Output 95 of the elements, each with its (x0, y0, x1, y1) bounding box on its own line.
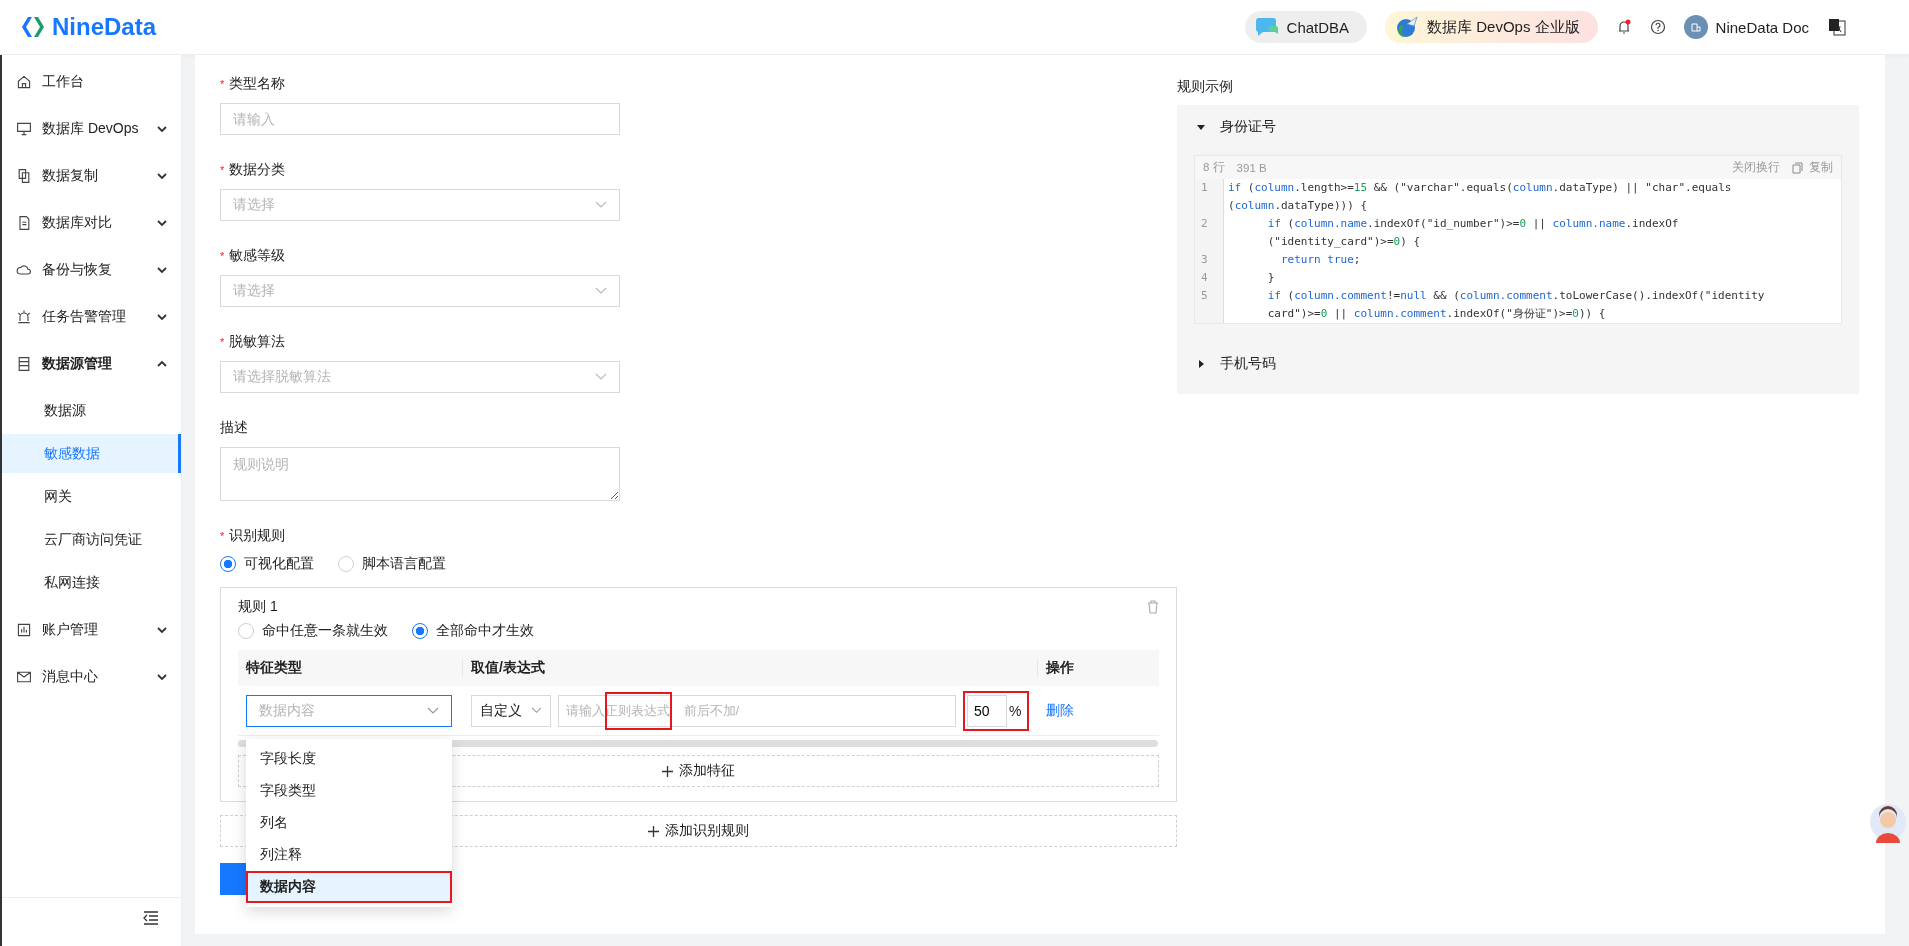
field-label: 数据分类 (229, 161, 286, 179)
column-header: 操作 (1045, 659, 1075, 677)
nav-item[interactable]: 数据源管理 (2, 340, 181, 387)
chevron-down-icon (157, 264, 167, 275)
radio-option[interactable]: 全部命中才生效 (412, 622, 534, 640)
field-label: 描述 (220, 419, 248, 437)
plus-icon (648, 825, 659, 837)
caret-right-icon (1196, 359, 1206, 369)
percent-input[interactable]: 50 (967, 694, 1007, 727)
field-label: 类型名称 (229, 75, 286, 93)
logo-icon (20, 15, 46, 39)
delete-link[interactable]: 删除 (1046, 701, 1074, 720)
line-number: 2 (1201, 217, 1208, 230)
nav-subitem[interactable]: 网关 (2, 477, 181, 516)
rule-title: 规则 1 (238, 598, 278, 616)
home-icon (16, 73, 32, 90)
code-line: if (column.name.indexOf("id_number")>=0 || column.name.indexOf (1266, 216, 1679, 232)
user-avatar[interactable] (1683, 15, 1708, 39)
code-line: ("identity_card")>=0) { (1266, 234, 1421, 250)
nav-item[interactable]: 账户管理 (2, 606, 181, 653)
scrollbar[interactable] (238, 740, 1158, 747)
line-number: 3 (1201, 253, 1208, 266)
column-header: 特征类型 (238, 659, 463, 677)
nav-subitem[interactable]: 云厂商访问凭证 (2, 520, 181, 559)
section-title: 规则示例 (1177, 77, 1234, 96)
caret-down-icon (1196, 122, 1206, 132)
text-input[interactable]: 请输入 (220, 103, 620, 135)
user-name[interactable]: NineData Doc (1715, 18, 1809, 36)
copy-icon (16, 167, 32, 184)
database-icon (16, 355, 32, 372)
chevron-down-icon (157, 624, 167, 635)
chevron-down-icon (427, 706, 439, 715)
chevron-up-icon (157, 358, 167, 369)
required-mark: * (220, 250, 225, 262)
globe-plane-icon (1395, 15, 1420, 39)
nav-item[interactable]: 任务告警管理 (2, 293, 181, 340)
nav-item[interactable]: 工作台 (2, 58, 181, 105)
chevron-down-icon (157, 671, 167, 682)
line-number: 5 (1201, 289, 1208, 302)
plus-icon (662, 765, 673, 777)
logo-text: NineData (52, 13, 157, 41)
nav-subitem[interactable]: 数据源 (2, 391, 181, 430)
radio-option[interactable]: 命中任意一条就生效 (238, 622, 388, 640)
chevron-down-icon (531, 707, 542, 714)
code-line: } (1266, 270, 1275, 286)
help-icon[interactable] (1649, 19, 1666, 35)
nav-subitem[interactable]: 敏感数据 (2, 434, 181, 473)
edition-button[interactable]: 数据库 DevOps 企业版 (1385, 11, 1598, 43)
chatdba-button[interactable]: ChatDBA (1244, 11, 1368, 43)
dropdown-option[interactable]: 数据内容 (246, 870, 452, 903)
required-mark: * (220, 336, 225, 348)
assistant-avatar-icon[interactable] (1869, 803, 1907, 845)
collapse-icon[interactable] (143, 911, 159, 925)
required-mark: * (220, 78, 225, 90)
chevron-down-icon (157, 217, 167, 228)
nav-item[interactable]: 数据复制 (2, 152, 181, 199)
field-label: 识别规则 (229, 527, 286, 545)
code-line: if (column.length>=15 && ("varchar".equals(column.dataType) || "char".equals (1227, 180, 1732, 196)
line-number: 1 (1201, 181, 1208, 194)
nav-item[interactable]: 备份与恢复 (2, 246, 181, 293)
code-line: if (column.comment!=null && (column.comment.toLowerCase().indexOf("identity (1266, 288, 1765, 304)
chevron-down-icon (595, 201, 607, 209)
nav-item[interactable]: 数据库 DevOps (2, 105, 181, 152)
radio-option[interactable]: 脚本语言配置 (338, 555, 446, 573)
document-icon (16, 214, 32, 231)
code-line: return true; (1279, 252, 1361, 268)
collapse-header[interactable]: 手机号码 (1194, 344, 1842, 384)
nav-subitem[interactable]: 私网连接 (2, 563, 181, 602)
chart-icon (16, 621, 32, 638)
alarm-icon (16, 308, 32, 325)
translate-icon[interactable] (1827, 17, 1847, 37)
code-line: card")>=0 || column.comment.indexOf("身份证")>=0)) { (1266, 306, 1606, 322)
field-label: 脱敏算法 (229, 333, 286, 351)
chevron-down-icon (157, 311, 167, 322)
ai-chat-icon (1254, 16, 1279, 38)
file-size: 391 B (1236, 161, 1267, 174)
required-mark: * (220, 164, 225, 176)
line-number: 4 (1201, 271, 1208, 284)
description-textarea[interactable]: 规则说明 (220, 447, 620, 501)
radio-option[interactable]: 可视化配置 (220, 555, 314, 573)
chevron-down-icon (157, 123, 167, 134)
required-mark: * (220, 530, 225, 542)
collapse-header[interactable]: 身份证号 (1194, 107, 1842, 147)
nav-item[interactable]: 数据库对比 (2, 199, 181, 246)
chevron-down-icon (157, 170, 167, 181)
chevron-down-icon (595, 287, 607, 295)
monitor-icon (16, 120, 32, 137)
column-header: 取值/表达式 (463, 659, 1038, 677)
line-count: 8 行 (1203, 160, 1225, 175)
percent-unit: % (1009, 702, 1022, 719)
chevron-down-icon (595, 373, 607, 381)
code-line: (column.dataType))) { (1227, 198, 1368, 214)
nav-item[interactable]: 消息中心 (2, 653, 181, 700)
select-field[interactable]: 自定义 (471, 694, 551, 727)
field-label: 敏感等级 (229, 247, 286, 265)
